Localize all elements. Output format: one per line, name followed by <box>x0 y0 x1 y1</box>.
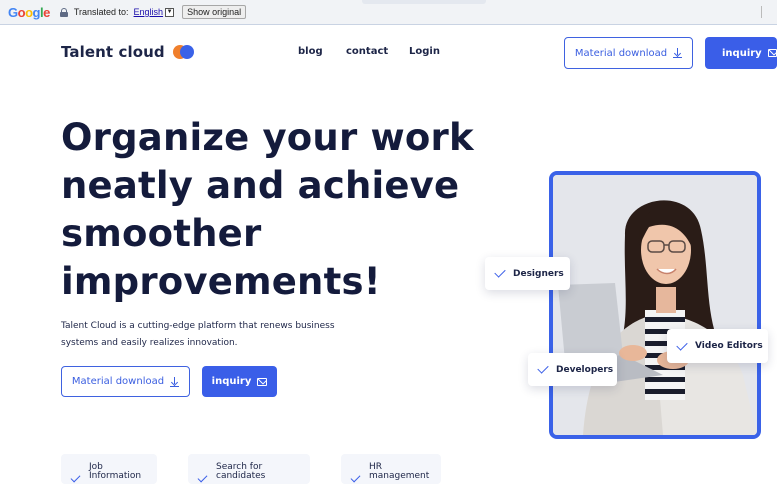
hero-title-line: neatly and achieve <box>61 164 460 207</box>
header-material-download-button[interactable]: Material download <box>564 37 693 69</box>
nav-contact[interactable]: contact <box>346 46 388 57</box>
language-link[interactable]: English <box>134 7 164 17</box>
nav-login[interactable]: Login <box>409 46 440 57</box>
feature-card-job-information[interactable]: Job Information <box>61 454 157 484</box>
tag-designers: Designers <box>485 257 570 290</box>
language-dropdown-icon[interactable]: ▼ <box>165 7 175 17</box>
hero-title: Organize your work neatly and achieve sm… <box>61 114 481 306</box>
feature-card-label: Search for candidates <box>216 463 265 481</box>
check-icon <box>350 472 361 483</box>
check-icon <box>197 472 208 483</box>
tag-developers-label: Developers <box>556 364 614 375</box>
nav-blog[interactable]: blog <box>298 46 323 57</box>
hero-title-line: smoother <box>61 212 262 255</box>
show-original-button[interactable]: Show original <box>182 5 247 19</box>
feature-card-hr-management[interactable]: HR management <box>341 454 441 484</box>
brand-logo-icon <box>172 44 195 60</box>
feature-card-label-line: candidates <box>216 471 266 481</box>
header-inquiry-button[interactable]: inquiry <box>705 37 777 69</box>
tag-video-editors-label: Video Editors <box>695 341 763 351</box>
feature-card-label: Job Information <box>89 463 141 481</box>
download-icon <box>673 48 683 58</box>
hero-title-line: Organize your work <box>61 116 474 159</box>
header-inquiry-label: inquiry <box>722 47 762 59</box>
hero-title-line: improvements! <box>61 260 381 303</box>
translate-bar-edge <box>761 6 771 18</box>
browser-tab-indicator <box>362 0 486 4</box>
header-material-download-label: Material download <box>574 47 668 59</box>
check-icon <box>537 362 549 374</box>
hero-photo <box>549 171 761 439</box>
inquiry-label: inquiry <box>211 376 252 387</box>
inquiry-button[interactable]: inquiry <box>202 366 277 397</box>
feature-card-label: HR management <box>369 463 429 481</box>
brand-name: Talent cloud <box>61 43 165 61</box>
google-logo: Google <box>8 4 50 20</box>
feature-card-search-candidates[interactable]: Search for candidates <box>188 454 310 484</box>
lock-icon <box>59 7 68 17</box>
hero-description-line: systems and easily realizes innovation. <box>61 338 238 348</box>
check-icon <box>494 266 506 278</box>
mail-icon <box>767 49 777 57</box>
tag-developers: Developers <box>528 353 617 386</box>
translate-bar: Google Translated to: English ▼ Show ori… <box>0 0 777 25</box>
translated-to-label: Translated to: <box>73 7 129 17</box>
hero-description-line: Talent Cloud is a cutting-edge platform … <box>61 321 335 331</box>
hero-description: Talent Cloud is a cutting-edge platform … <box>61 318 351 352</box>
tag-video-editors: Video Editors <box>667 329 768 363</box>
feature-card-label-line: management <box>369 471 430 481</box>
feature-card-label-line: Information <box>89 471 142 481</box>
mail-icon <box>257 377 268 386</box>
brand[interactable]: Talent cloud <box>61 43 195 61</box>
check-icon <box>70 472 81 483</box>
check-icon <box>676 338 688 351</box>
woman-with-laptop-illustration <box>553 175 757 435</box>
download-icon <box>170 376 180 387</box>
material-download-label: Material download <box>71 376 165 387</box>
tag-designers-label: Designers <box>513 268 564 279</box>
site-header: Talent cloud blog contact Login Material… <box>0 26 777 78</box>
material-download-button[interactable]: Material download <box>61 366 190 397</box>
